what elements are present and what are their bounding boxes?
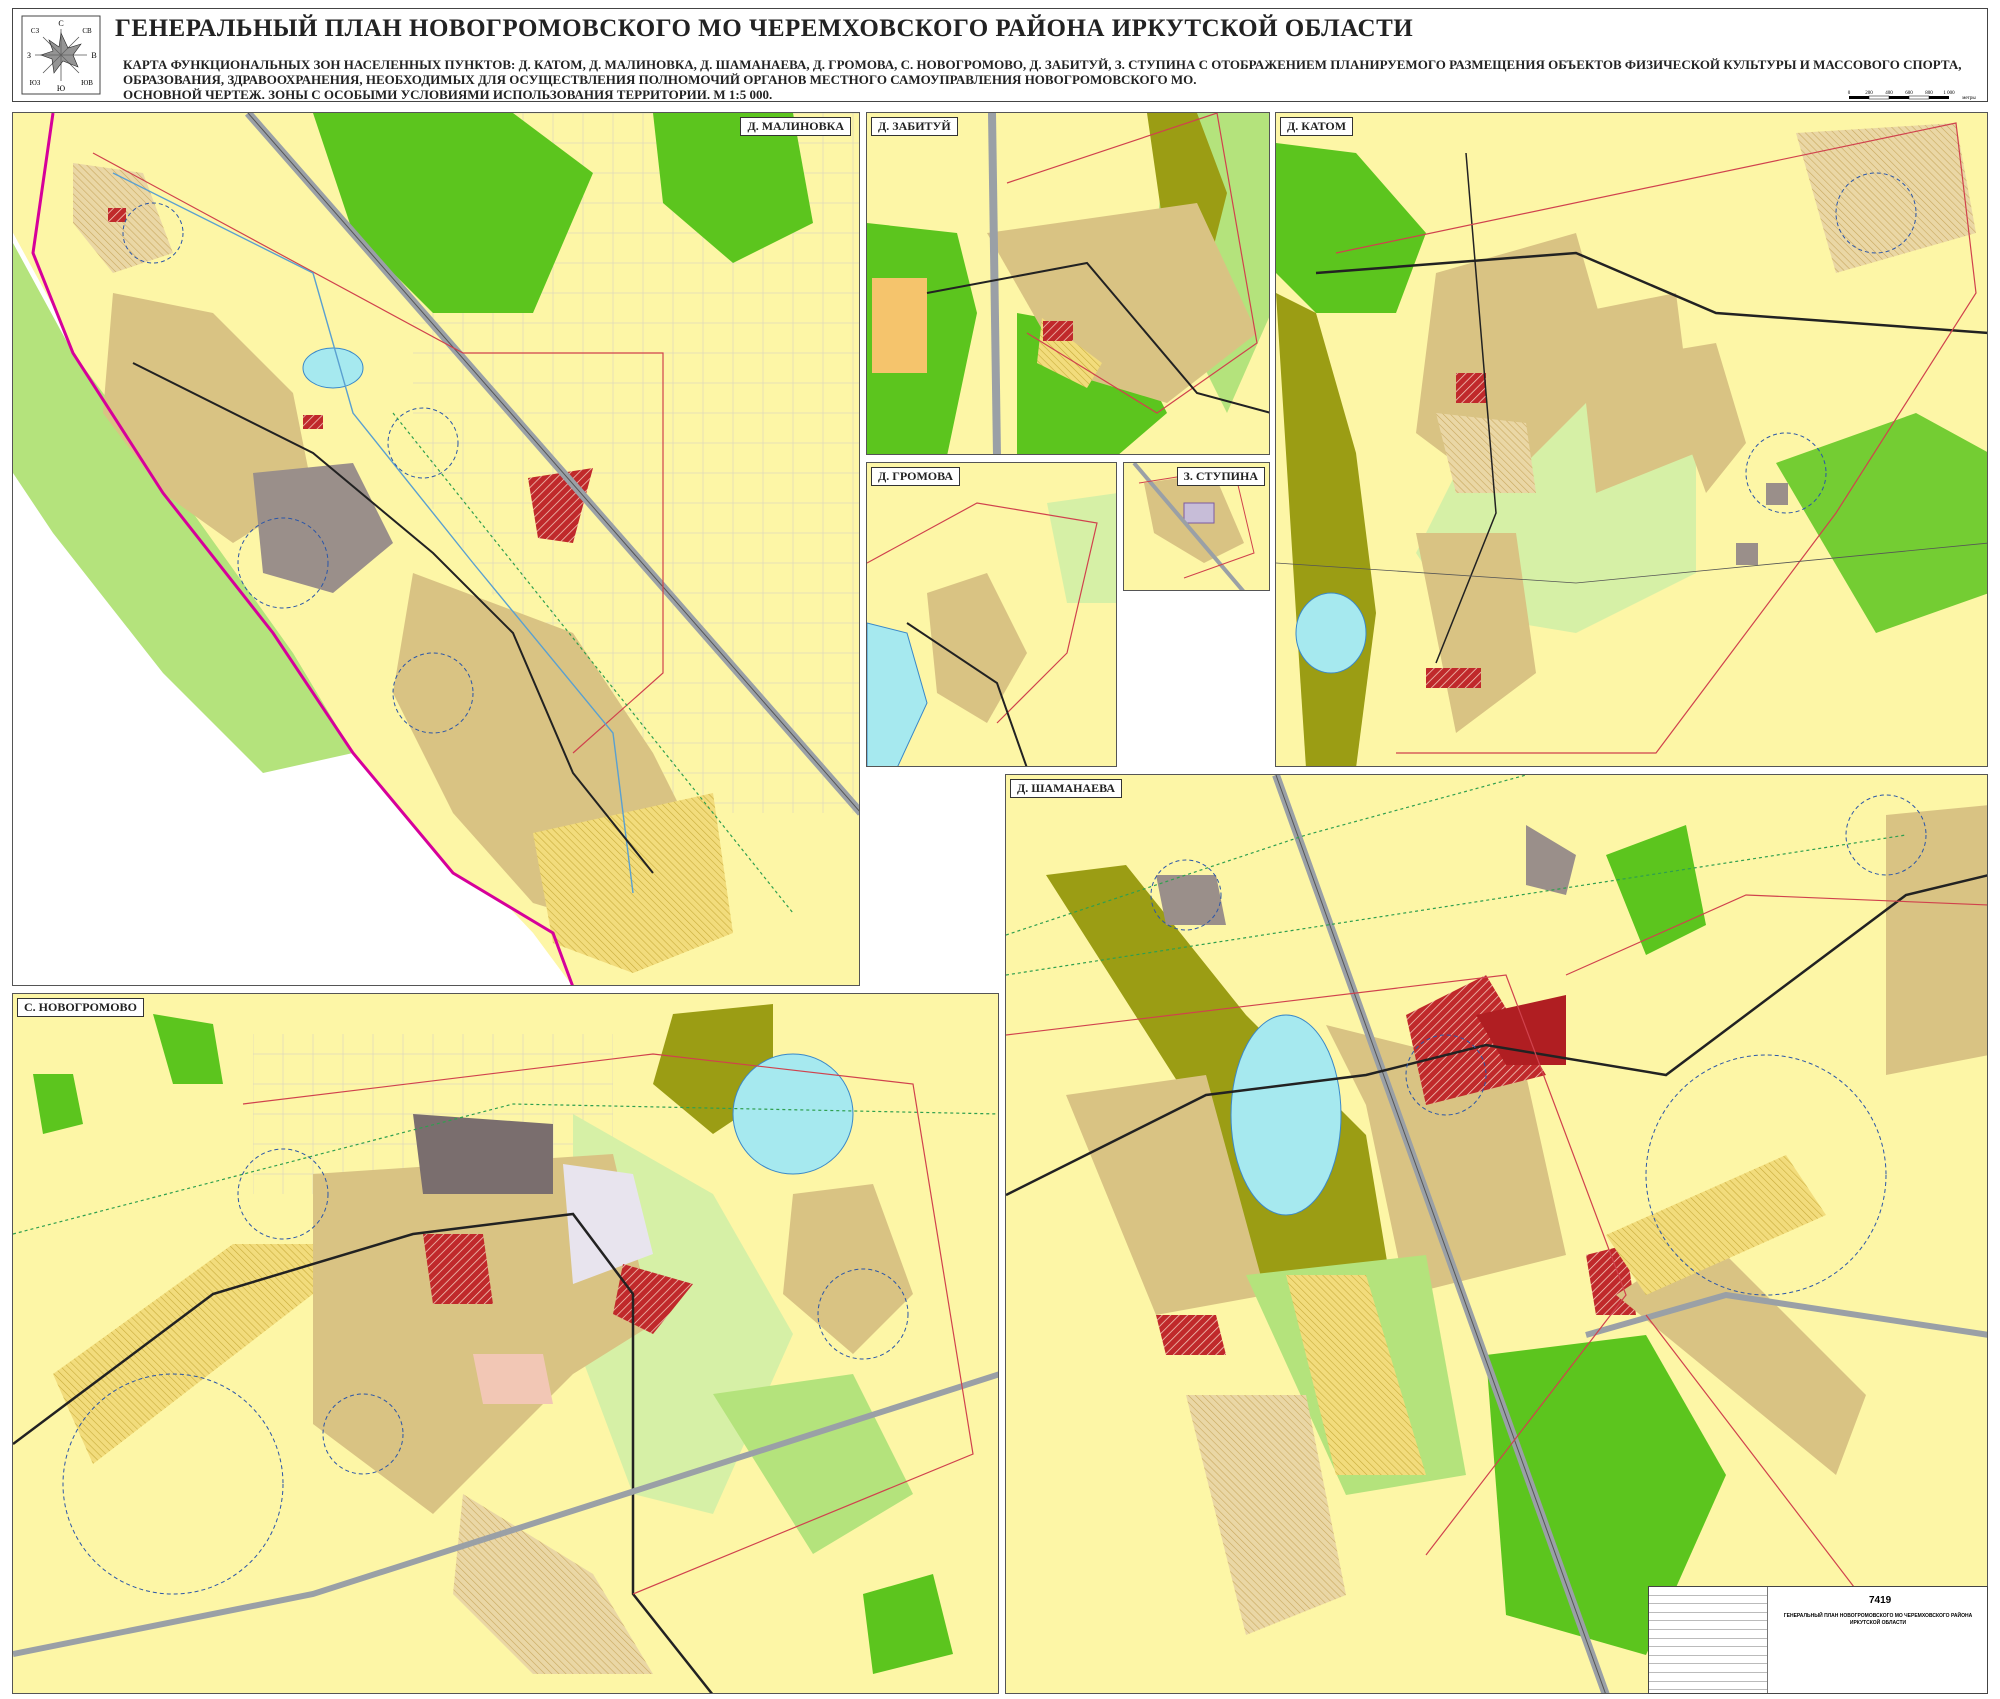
compass-s: Ю [57, 84, 65, 93]
panel-label-katom: Д. КАТОМ [1280, 117, 1354, 136]
map-header: С Ю В З СВ СЗ ЮВ ЮЗ ГЕНЕРАЛЬНЫЙ ПЛАН НОВ… [12, 8, 1988, 102]
panel-label-malinovka: Д. МАЛИНОВКА [740, 117, 851, 136]
compass-ne: СВ [82, 27, 92, 35]
panel-zabituy[interactable]: Д. ЗАБИТУЙ [866, 112, 1270, 455]
map-zabituy [867, 113, 1269, 454]
panel-label-novogromovo: С. НОВОГРОМОВО [17, 998, 144, 1017]
scale-tick-2: 400 [1885, 91, 1893, 96]
subtitle-line-3: ОСНОВНОЙ ЧЕРТЕЖ. ЗОНЫ С ОСОБЫМИ УСЛОВИЯМ… [123, 87, 773, 102]
scale-tick-1: 200 [1865, 91, 1873, 96]
scale-tick-4: 800 [1925, 91, 1933, 96]
panel-shamanaeva[interactable]: Д. ШАМАНАЕВА [1005, 774, 1988, 1694]
title-block-signatures [1649, 1587, 1768, 1693]
subtitle-line-2: ОБРАЗОВАНИЯ, ЗДРАВООХРАНЕНИЯ, НЕОБХОДИМЫ… [123, 72, 1197, 87]
panel-malinovka[interactable]: Д. МАЛИНОВКА [12, 112, 860, 986]
map-subtitle: КАРТА ФУНКЦИОНАЛЬНЫХ ЗОН НАСЕЛЕННЫХ ПУНК… [123, 57, 2000, 102]
panel-label-shamanaeva: Д. ШАМАНАЕВА [1010, 779, 1123, 798]
drawing-name: ГЕНЕРАЛЬНЫЙ ПЛАН НОВОГРОМОВСКОГО МО ЧЕРЕ… [1783, 1613, 1973, 1626]
panel-stupina[interactable]: З. СТУПИНА [1123, 462, 1270, 591]
map-shamanaeva [1006, 775, 1987, 1693]
compass-se: ЮВ [81, 79, 93, 87]
map-novogromovo [13, 1004, 998, 1693]
drawing-number: 7419 [1869, 1595, 1892, 1606]
wind-rose-icon: С Ю В З СВ СЗ ЮВ ЮЗ [21, 15, 101, 95]
compass-n: С [58, 19, 63, 28]
compass-nw: СЗ [31, 27, 40, 35]
compass-w: З [27, 51, 31, 60]
map-gromova [867, 493, 1116, 766]
panel-label-gromova: Д. ГРОМОВА [871, 467, 961, 486]
panel-gromova[interactable]: Д. ГРОМОВА [866, 462, 1117, 767]
panel-katom[interactable]: Д. КАТОМ [1275, 112, 1988, 767]
subtitle-line-1: КАРТА ФУНКЦИОНАЛЬНЫХ ЗОН НАСЕЛЕННЫХ ПУНК… [123, 57, 1962, 72]
scale-bar: 0 200 400 600 800 1 000 метры [1848, 91, 1977, 101]
map-katom [1276, 122, 1987, 766]
map-title: ГЕНЕРАЛЬНЫЙ ПЛАН НОВОГРОМОВСКОГО МО ЧЕРЕ… [115, 15, 1414, 42]
scale-tick-0: 0 [1848, 91, 1851, 96]
scale-unit: метры [1962, 96, 1976, 101]
title-block: 7419 ГЕНЕРАЛЬНЫЙ ПЛАН НОВОГРОМОВСКОГО МО… [1648, 1586, 1988, 1694]
panel-novogromovo[interactable]: С. НОВОГРОМОВО [12, 993, 999, 1694]
map-malinovka [13, 113, 859, 985]
scale-tick-3: 600 [1905, 91, 1913, 96]
panel-label-zabituy: Д. ЗАБИТУЙ [871, 117, 958, 136]
panel-label-stupina: З. СТУПИНА [1176, 467, 1265, 486]
compass-e: В [91, 51, 96, 60]
scale-tick-5: 1 000 [1943, 91, 1955, 96]
compass-sw: ЮЗ [30, 79, 41, 87]
